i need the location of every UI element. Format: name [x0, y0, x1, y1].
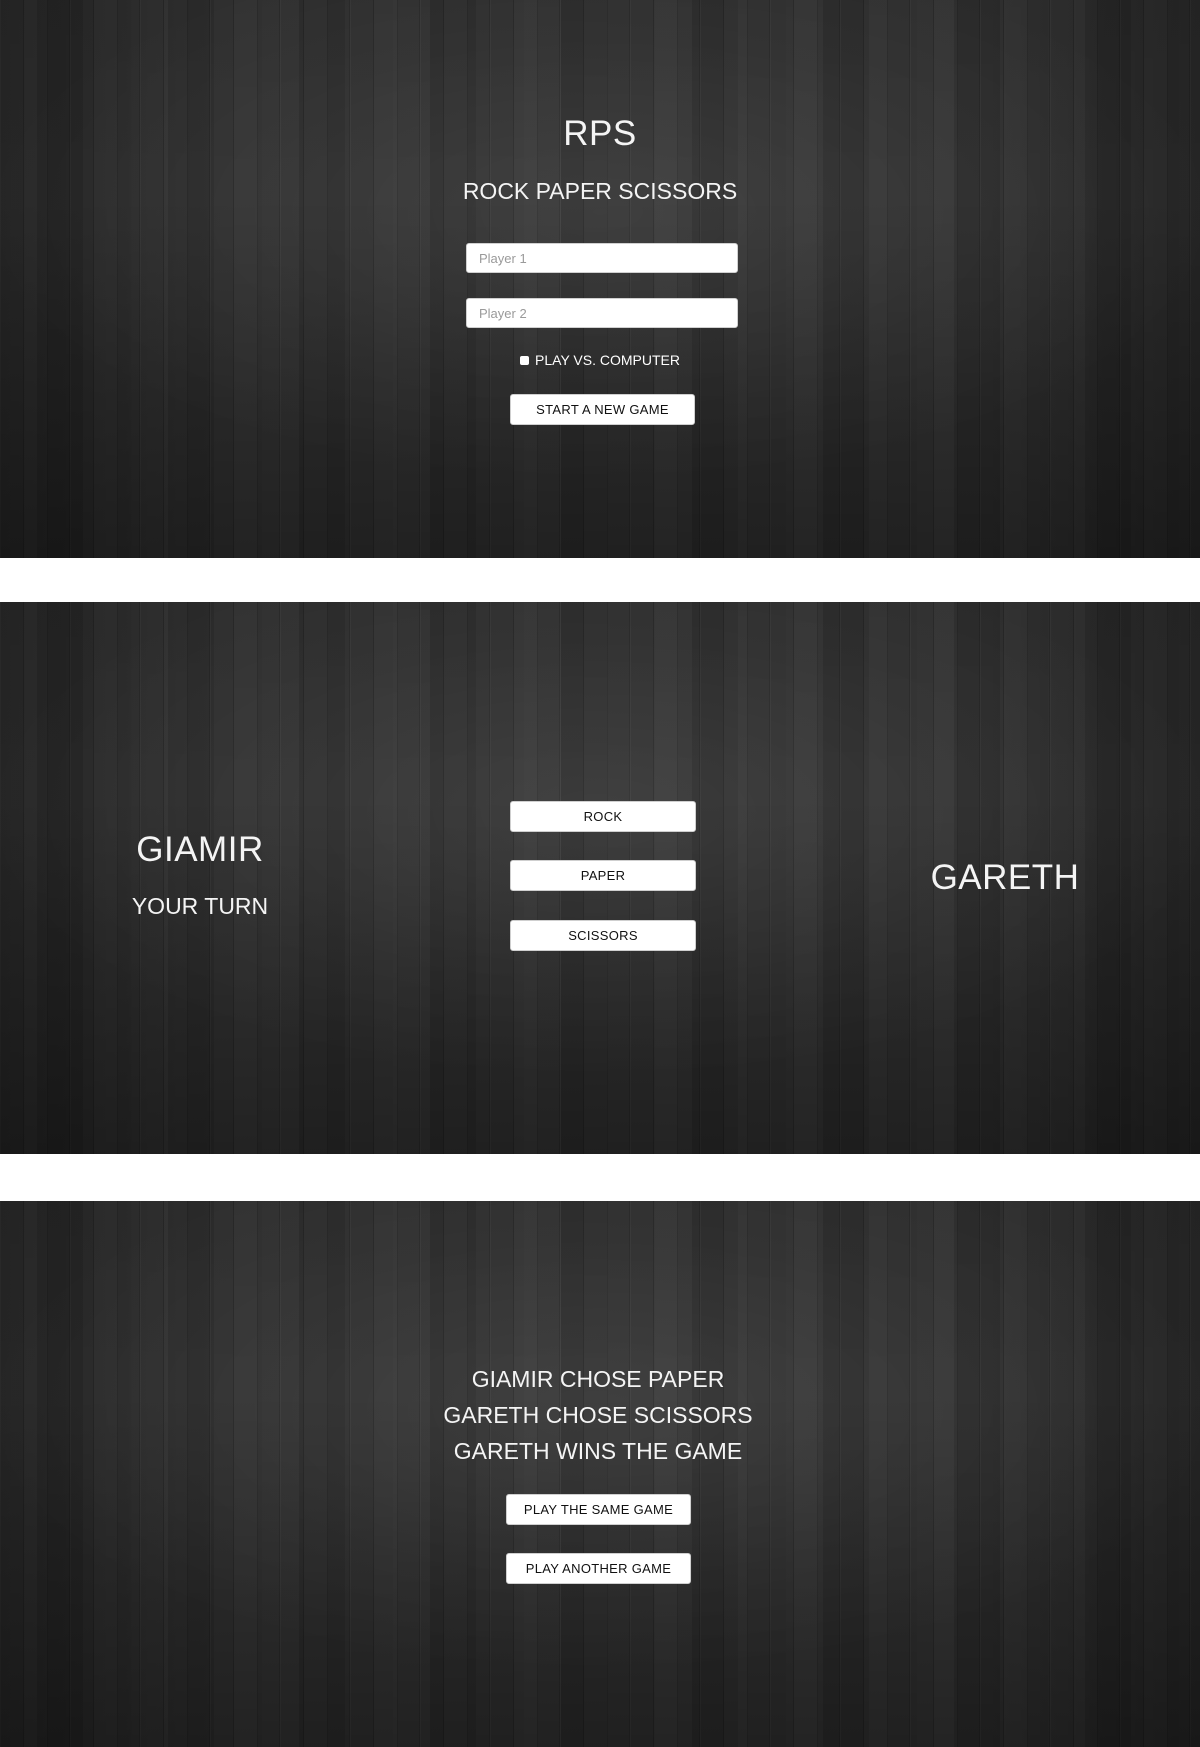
- result-winner: GARETH WINS THE GAME: [453, 1438, 743, 1464]
- vs-computer-label: PLAY VS. COMPUTER: [535, 352, 680, 368]
- play-another-game-button[interactable]: PLAY ANOTHER GAME: [506, 1553, 691, 1584]
- rock-button[interactable]: ROCK: [510, 801, 696, 832]
- scissors-button[interactable]: SCISSORS: [510, 920, 696, 951]
- player2-name: GARETH: [930, 858, 1080, 897]
- result-screen: GIAMIR CHOSE PAPER GARETH CHOSE SCISSORS…: [0, 1201, 1200, 1747]
- result-player1-choice: GIAMIR CHOSE PAPER: [471, 1366, 725, 1392]
- app-title: RPS: [563, 114, 637, 153]
- turn-screen: GIAMIR YOUR TURN ROCK PAPER SCISSORS GAR…: [0, 602, 1200, 1154]
- result-player2-choice: GARETH CHOSE SCISSORS: [443, 1402, 753, 1428]
- start-new-game-button[interactable]: START A NEW GAME: [510, 394, 695, 425]
- player2-input[interactable]: [466, 298, 738, 328]
- setup-screen: RPS ROCK PAPER SCISSORS PLAY VS. COMPUTE…: [0, 0, 1200, 558]
- app-subtitle: ROCK PAPER SCISSORS: [462, 178, 738, 204]
- vs-computer-option[interactable]: PLAY VS. COMPUTER: [0, 352, 1200, 368]
- player1-turn-status: YOUR TURN: [131, 893, 269, 919]
- player1-name: GIAMIR: [136, 830, 264, 869]
- play-same-game-button[interactable]: PLAY THE SAME GAME: [506, 1494, 691, 1525]
- player1-input[interactable]: [466, 243, 738, 273]
- paper-button[interactable]: PAPER: [510, 860, 696, 891]
- vs-computer-checkbox[interactable]: [520, 355, 530, 365]
